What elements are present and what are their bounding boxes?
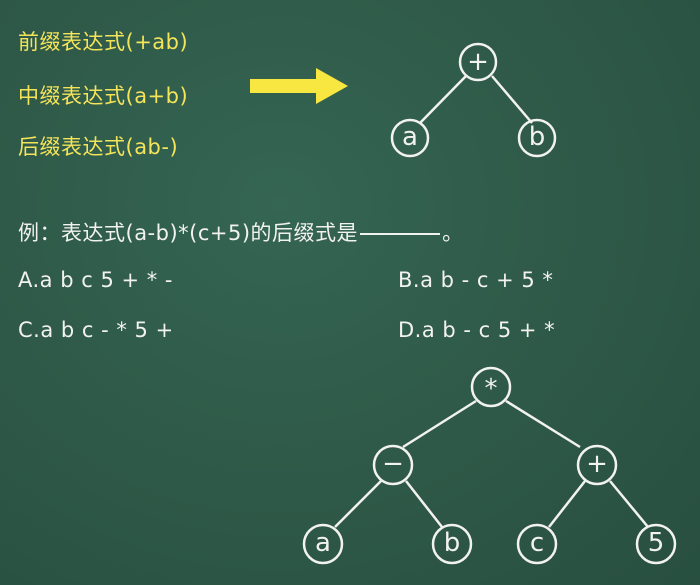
tree2-5-label: 5 bbox=[648, 528, 665, 558]
edge-minus-b bbox=[405, 480, 443, 528]
tree2-b-label: b bbox=[444, 528, 461, 558]
edge-plus-5 bbox=[609, 480, 649, 528]
chalkboard: 前缀表达式(+ab) 中缀表达式(a+b) 后缀表达式(ab-) + a b 例… bbox=[0, 0, 700, 585]
tree2-a-label: a bbox=[315, 528, 331, 558]
tree2-plus-label: + bbox=[586, 449, 608, 479]
tree2-minus-label: − bbox=[382, 449, 404, 479]
edge-plus-c bbox=[548, 480, 586, 528]
edge-minus-a bbox=[334, 480, 382, 528]
edge-mul-minus bbox=[402, 399, 477, 449]
tree2-root-label: * bbox=[485, 374, 498, 404]
tree2-c-label: c bbox=[530, 528, 544, 558]
expression-tree-large: * − + a b c 5 bbox=[302, 366, 677, 565]
edge-mul-plus bbox=[505, 399, 581, 449]
